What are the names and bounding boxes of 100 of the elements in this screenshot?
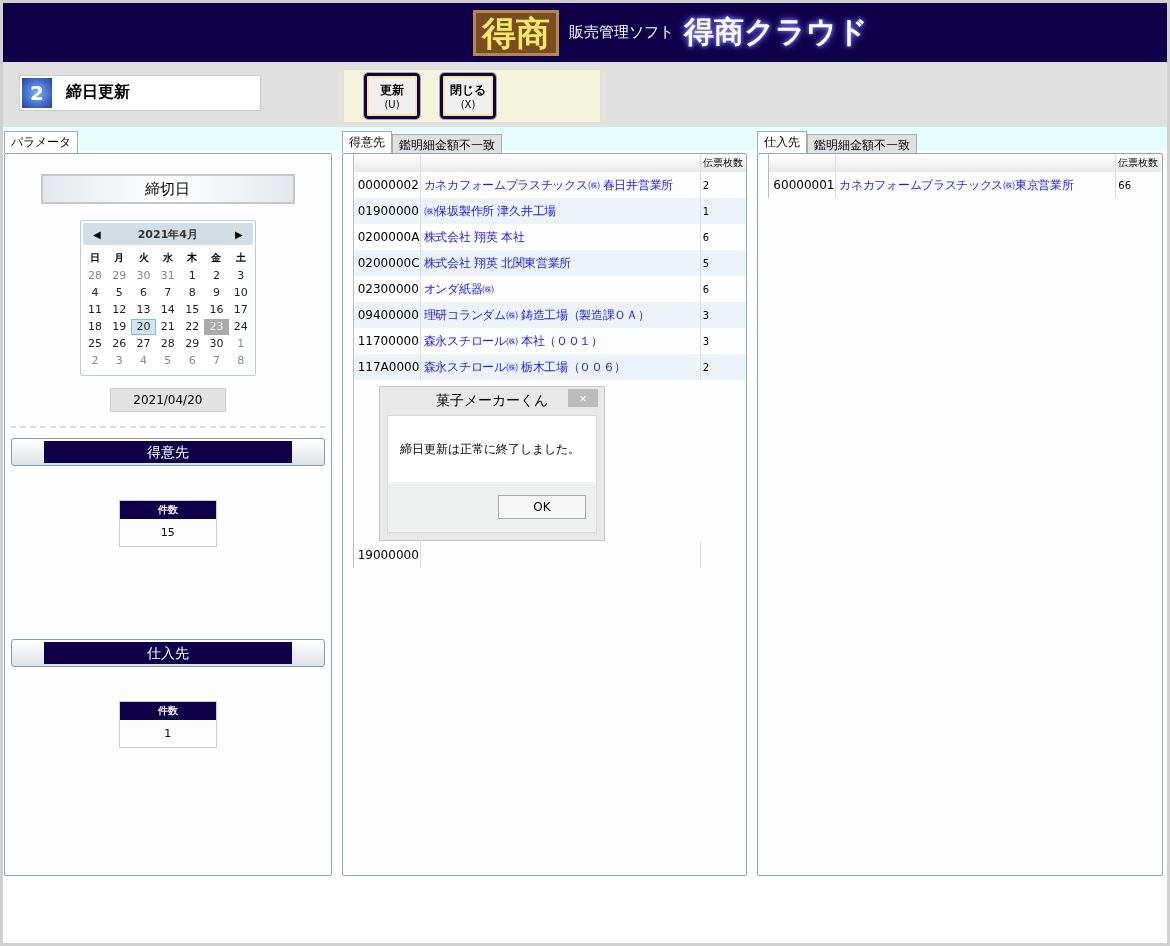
weekday-label: 水 xyxy=(161,251,174,265)
customer-name-link[interactable]: カネカフォームプラスチックス㈱東京営業所 xyxy=(839,176,1074,194)
table-cell: 1 xyxy=(702,205,710,217)
count-header: 件数 xyxy=(119,501,216,519)
weekday-label: 土 xyxy=(234,251,247,265)
month-label: 2021年4月 xyxy=(137,226,198,242)
table-cell: 6 xyxy=(702,231,710,243)
calendar-day[interactable]: 14 xyxy=(155,302,180,318)
customer-name-link[interactable]: 理研コランダム㈱ 鋳造工場（製造課ＯＡ） xyxy=(423,306,650,324)
weekday-label: 日 xyxy=(89,251,101,265)
table-cell: 2 xyxy=(702,179,710,191)
table-cell-text: 09400000 xyxy=(356,308,420,322)
tab[interactable]: 仕入先 xyxy=(757,131,808,153)
calendar-day[interactable]: 30 xyxy=(131,268,156,284)
table-cell: 3 xyxy=(702,309,710,321)
table-cell: 66 xyxy=(1118,179,1132,191)
calendar-day[interactable]: 2 xyxy=(82,353,108,369)
ok-button[interactable]: OK xyxy=(498,495,586,519)
count-value: 1 xyxy=(163,726,173,742)
calendar-day[interactable]: 22 xyxy=(180,319,205,335)
calendar-day[interactable]: 7 xyxy=(155,285,180,301)
calendar-day[interactable]: 19 xyxy=(107,319,132,335)
calendar-day[interactable]: 15 xyxy=(180,302,205,318)
column-header: 伝票枚数 xyxy=(699,154,747,172)
customer-name-link[interactable]: 株式会社 翔英 北関東営業所 xyxy=(423,254,572,272)
table-cell-text: 11700000 xyxy=(356,334,420,348)
calendar-day[interactable]: 26 xyxy=(107,336,132,352)
calendar-day[interactable]: 10 xyxy=(228,285,253,301)
calendar-day[interactable]: 29 xyxy=(107,268,132,284)
weekday-label: 火 xyxy=(137,251,150,265)
tab[interactable]: 鑑明細金額不一致 xyxy=(391,134,502,153)
product-name: 得商クラウド xyxy=(683,13,868,51)
calendar-day[interactable]: 8 xyxy=(180,285,205,301)
calendar-day[interactable]: 25 xyxy=(82,336,108,352)
table-cell-text: 00000002 xyxy=(356,178,420,192)
column-header: 伝票枚数 xyxy=(1115,154,1162,172)
calendar-day[interactable]: 8 xyxy=(228,353,253,369)
customer-name-link[interactable]: 森永スチロール㈱ 栃木工場（００６） xyxy=(423,358,627,376)
calendar-day[interactable]: 1 xyxy=(180,268,205,284)
calendar-day[interactable]: 17 xyxy=(228,302,253,318)
calendar-day[interactable]: 6 xyxy=(131,285,156,301)
calendar-day[interactable]: 11 xyxy=(82,302,108,318)
calendar-day[interactable]: 4 xyxy=(131,353,156,369)
calendar-day[interactable]: 18 xyxy=(82,319,108,335)
calendar-day[interactable]: 21 xyxy=(155,319,180,335)
section-title: 得意先 xyxy=(43,441,292,463)
calendar-day[interactable]: 5 xyxy=(155,353,180,369)
calendar-day[interactable]: 24 xyxy=(228,319,253,335)
calendar-day[interactable]: 20 xyxy=(131,319,156,335)
subtitle: 販売管理ソフト xyxy=(568,23,674,42)
calendar-day[interactable]: 5 xyxy=(107,285,132,301)
customer-name-link[interactable]: カネカフォームプラスチックス㈱ 春日井営業所 xyxy=(423,176,673,194)
calendar-day[interactable]: 7 xyxy=(204,353,229,369)
table-cell-text: 60000001 xyxy=(772,178,836,192)
calendar-day[interactable]: 1 xyxy=(228,336,253,352)
tab[interactable]: 得意先 xyxy=(341,131,392,153)
customer-name-link[interactable]: オンダ紙器㈱ xyxy=(423,280,494,298)
toolbar-button[interactable]: 閉じる (X) xyxy=(440,72,496,119)
table-cell-text: 0200000C xyxy=(356,256,420,270)
table-cell: 5 xyxy=(702,257,710,269)
calendar-day[interactable]: 12 xyxy=(107,302,132,318)
calendar-day[interactable]: 3 xyxy=(228,268,253,284)
calendar-day[interactable]: 9 xyxy=(204,285,229,301)
next-month-button[interactable]: ▶ xyxy=(224,228,253,240)
tab[interactable]: パラメータ xyxy=(4,131,78,153)
count-value: 15 xyxy=(159,525,176,541)
customer-name-link[interactable]: 森永スチロール㈱ 本社（００１） xyxy=(423,332,603,350)
table-cell-text: 01900000 xyxy=(356,204,420,218)
calendar-day[interactable]: 28 xyxy=(82,268,108,284)
calendar-day[interactable]: 2 xyxy=(204,268,229,284)
customer-name-link[interactable]: ㈱保坂製作所 津久井工場 xyxy=(423,202,556,220)
calendar-day[interactable]: 3 xyxy=(107,353,132,369)
table-cell-text: 02300000 xyxy=(356,282,420,296)
toolbar-button[interactable]: 更新 (U) xyxy=(364,72,420,119)
calendar-day[interactable]: 31 xyxy=(155,268,180,284)
count-header: 件数 xyxy=(119,702,216,720)
customer-name-link[interactable]: 株式会社 翔英 本社 xyxy=(423,228,525,246)
calendar-day[interactable]: 4 xyxy=(82,285,108,301)
calendar-day[interactable]: 6 xyxy=(180,353,205,369)
table-cell-text: 0200000A xyxy=(356,230,420,244)
calendar-day[interactable]: 29 xyxy=(180,336,205,352)
calendar-day[interactable]: 16 xyxy=(204,302,229,318)
calendar-day[interactable]: 27 xyxy=(131,336,156,352)
dialog-message: 締日更新は正常に終了しました。 xyxy=(400,440,580,458)
table-cell: 3 xyxy=(702,335,710,347)
logo: 得商 xyxy=(472,9,559,56)
weekday-label: 月 xyxy=(113,251,126,265)
table-cell-text: 19000000 xyxy=(356,548,420,562)
calendar-day[interactable]: 30 xyxy=(204,336,229,352)
table-cell-text: 117A0000 xyxy=(356,360,420,374)
step-number-icon: 2 xyxy=(22,77,52,108)
dialog-title: 菓子メーカーくん xyxy=(436,392,548,410)
previous-month-button[interactable]: ◀ xyxy=(82,228,111,240)
calendar-day[interactable]: 13 xyxy=(131,302,156,318)
weekday-label: 木 xyxy=(186,251,199,265)
table-cell: 2 xyxy=(702,361,710,373)
date-field[interactable]: 2021/04/20 xyxy=(109,388,226,412)
tab[interactable]: 鑑明細金額不一致 xyxy=(807,134,918,153)
section-title: 仕入先 xyxy=(43,642,292,664)
calendar-day[interactable]: 28 xyxy=(155,336,180,352)
